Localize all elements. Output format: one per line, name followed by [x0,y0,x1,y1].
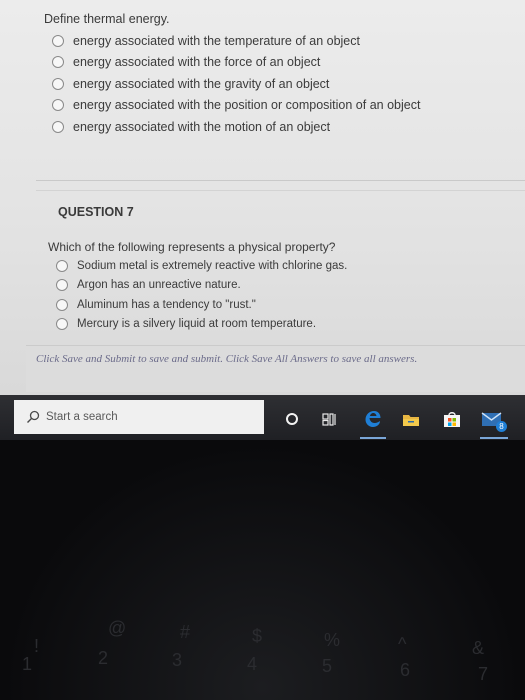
edge-icon[interactable] [364,410,382,428]
question-7: Which of the following represents a phys… [48,240,525,334]
laptop-keyboard: ! 1 @ 2 # 3 $ 4 % 5 ^ 6 & 7 [0,440,525,700]
search-icon [27,410,40,423]
browser-viewport: Define thermal energy. energy associated… [0,0,525,440]
option-label: energy associated with the force of an o… [73,55,321,70]
option-label: Argon has an unreactive nature. [77,279,241,292]
search-placeholder: Start a search [46,411,118,423]
section-divider [36,190,525,191]
key-shift-glyph: $ [252,626,263,646]
option-label: Aluminum has a tendency to "rust." [77,298,256,311]
mail-active-indicator [480,437,508,439]
section-divider [36,180,525,181]
question-7-options: Sodium metal is extremely reactive with … [48,256,525,334]
task-view-icon[interactable] [322,413,338,426]
radio-button[interactable] [56,318,68,331]
key-shift-glyph: % [324,630,341,650]
question-7-header: QUESTION 7 [58,205,134,219]
radio-button[interactable] [56,259,68,272]
key-number-glyph: 6 [400,660,411,680]
key-number-glyph: 3 [172,650,183,670]
key-number-glyph: 4 [247,654,258,674]
radio-button[interactable] [52,56,64,69]
save-instructions: Click Save and Submit to save and submit… [36,353,418,365]
option-label: energy associated with the position or c… [73,98,421,113]
question-6-prompt: Define thermal energy. [44,12,170,26]
file-explorer-icon[interactable] [402,413,420,427]
taskbar-search-input[interactable]: Start a search [14,400,264,434]
radio-button[interactable] [52,34,64,47]
key-number-glyph: 2 [98,648,109,668]
key-shift-glyph: # [180,622,191,642]
mail-icon[interactable]: 8 [481,410,507,432]
question-6-option-4[interactable]: energy associated with the position or c… [52,95,525,117]
question-7-option-2[interactable]: Argon has an unreactive nature. [56,276,525,296]
option-label: Mercury is a silvery liquid at room temp… [77,318,317,331]
key-number-glyph: 1 [22,654,33,674]
question-7-option-3[interactable]: Aluminum has a tendency to "rust." [56,295,525,315]
key-number-glyph: 7 [478,664,489,684]
question-6-option-2[interactable]: energy associated with the force of an o… [52,52,525,74]
option-label: energy associated with the gravity of an… [73,76,330,91]
option-label: energy associated with the temperature o… [73,33,360,48]
key-shift-glyph: & [472,638,485,658]
mail-unread-badge: 8 [496,421,507,432]
radio-button[interactable] [52,77,64,90]
radio-button[interactable] [56,298,68,311]
question-7-prompt: Which of the following represents a phys… [48,240,336,254]
key-number-glyph: 5 [322,656,333,676]
key-shift-glyph: ^ [398,634,407,654]
option-label: energy associated with the motion of an … [73,119,331,134]
store-icon[interactable] [443,411,461,428]
edge-active-indicator [360,437,386,439]
radio-button[interactable] [56,279,68,292]
question-6-option-3[interactable]: energy associated with the gravity of an… [52,73,525,95]
question-6: Define thermal energy. energy associated… [44,12,525,138]
question-6-option-1[interactable]: energy associated with the temperature o… [52,30,525,52]
cortana-icon[interactable] [285,412,299,426]
key-shift-glyph: @ [108,618,127,638]
question-7-option-1[interactable]: Sodium metal is extremely reactive with … [56,256,525,276]
option-label: Sodium metal is extremely reactive with … [77,259,348,272]
question-6-options: energy associated with the temperature o… [44,30,525,138]
radio-button[interactable] [52,99,64,112]
question-6-option-5[interactable]: energy associated with the motion of an … [52,116,525,138]
radio-button[interactable] [52,120,64,133]
question-7-option-4[interactable]: Mercury is a silvery liquid at room temp… [56,315,525,335]
key-shift-glyph: ! [34,636,40,656]
